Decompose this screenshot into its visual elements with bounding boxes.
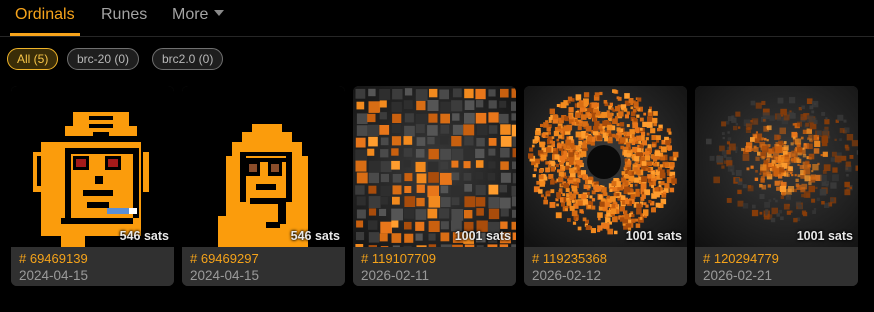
inscription-number: # 69469139 bbox=[19, 251, 88, 266]
inscription-image: 546 sats bbox=[182, 86, 345, 247]
inscription-date: 2026-02-11 bbox=[361, 268, 430, 283]
filter-all[interactable]: All (5) bbox=[7, 48, 59, 70]
inscription-image: 546 sats bbox=[11, 86, 174, 247]
inscription-info: # 119107709 2026-02-11 bbox=[353, 247, 516, 286]
sats-amount: 1001 sats bbox=[796, 229, 853, 243]
tab-more[interactable]: More bbox=[172, 5, 225, 25]
filter-brc2-0[interactable]: brc2.0 (0) bbox=[152, 48, 224, 70]
filter-brc-20[interactable]: brc-20 (0) bbox=[67, 48, 140, 70]
sats-amount: 546 sats bbox=[290, 229, 340, 243]
inscription-info: # 119235368 2026-02-12 bbox=[524, 247, 687, 286]
inscription-info: # 69469297 2024-04-15 bbox=[182, 247, 345, 286]
inscription-image: 1001 sats bbox=[524, 86, 687, 247]
inscription-number: # 119235368 bbox=[532, 251, 607, 266]
sats-amount: 1001 sats bbox=[454, 229, 511, 243]
active-tab-indicator bbox=[10, 33, 80, 36]
tab-runes[interactable]: Runes bbox=[101, 5, 147, 25]
inscription-date: 2024-04-15 bbox=[19, 268, 89, 283]
sats-amount: 546 sats bbox=[119, 229, 169, 243]
inscription-image: 1001 sats bbox=[695, 86, 858, 247]
inscription-card[interactable]: 546 sats # 69469139 2024-04-15 bbox=[11, 86, 174, 286]
inscription-card[interactable]: 1001 sats # 119235368 2026-02-12 bbox=[524, 86, 687, 286]
inscription-number: # 119107709 bbox=[361, 251, 436, 266]
inscription-date: 2026-02-21 bbox=[703, 268, 773, 283]
tab-more-label: More bbox=[172, 6, 209, 23]
inscription-info: # 120294779 2026-02-21 bbox=[695, 247, 858, 286]
chevron-down-icon bbox=[214, 10, 225, 16]
inscription-number: # 69469297 bbox=[190, 251, 259, 266]
inscription-date: 2026-02-12 bbox=[532, 268, 602, 283]
tab-ordinals[interactable]: Ordinals bbox=[15, 5, 75, 25]
inscription-number: # 120294779 bbox=[703, 251, 779, 266]
inscription-card[interactable]: 1001 sats # 119107709 2026-02-11 bbox=[353, 86, 516, 286]
inscription-date: 2024-04-15 bbox=[190, 268, 260, 283]
inscription-card[interactable]: 1001 sats # 120294779 2026-02-21 bbox=[695, 86, 858, 286]
inscription-card[interactable]: 546 sats # 69469297 2024-04-15 bbox=[182, 86, 345, 286]
inscription-info: # 69469139 2024-04-15 bbox=[11, 247, 174, 286]
asset-tabs: Ordinals Runes More bbox=[0, 0, 874, 37]
sats-amount: 1001 sats bbox=[625, 229, 682, 243]
inscription-image: 1001 sats bbox=[353, 86, 516, 247]
